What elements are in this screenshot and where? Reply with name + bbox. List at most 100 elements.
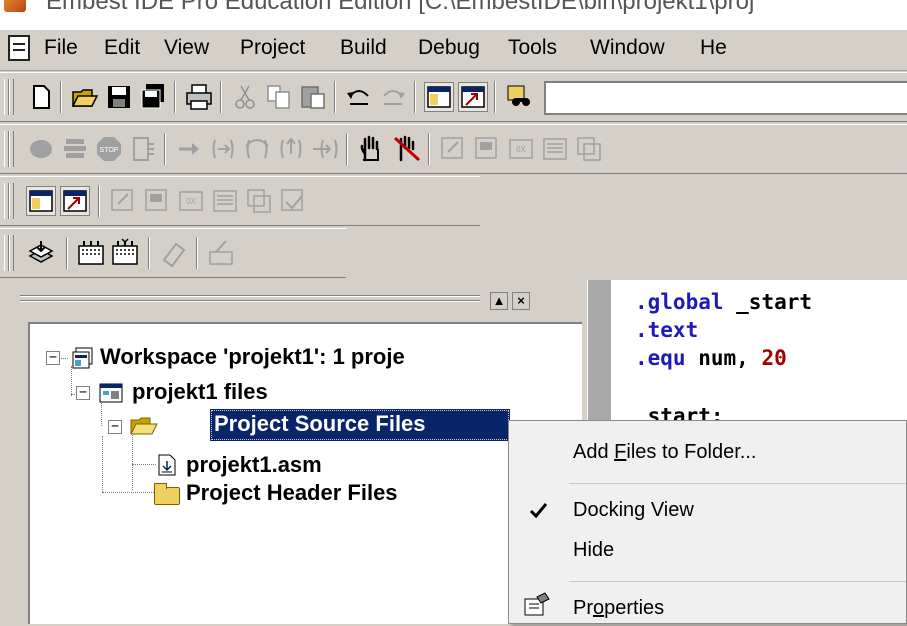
tree-project-label[interactable]: projekt1 files bbox=[132, 379, 268, 405]
step-arrow-icon[interactable] bbox=[174, 134, 204, 164]
menu-help[interactable]: He bbox=[700, 36, 727, 60]
open-folder-icon[interactable] bbox=[70, 82, 100, 112]
paste-icon[interactable] bbox=[298, 82, 328, 112]
collapse-workspace-icon[interactable]: − bbox=[46, 351, 60, 365]
download-icon[interactable] bbox=[26, 238, 56, 268]
open-folder-icon bbox=[130, 416, 158, 438]
menu-tools[interactable]: Tools bbox=[508, 36, 557, 60]
cut-icon[interactable] bbox=[230, 82, 260, 112]
standard-toolbar bbox=[0, 72, 907, 122]
step-out-icon[interactable] bbox=[276, 134, 306, 164]
context-menu: Add Files to Folder... Docking View Hide… bbox=[508, 420, 907, 624]
stop-icon[interactable]: STOP bbox=[94, 134, 124, 164]
step-over-icon[interactable] bbox=[242, 134, 272, 164]
tree-header-folder-label[interactable]: Project Header Files bbox=[186, 480, 398, 506]
close-panel-button[interactable]: × bbox=[512, 292, 530, 310]
menu-item-hide[interactable]: Hide bbox=[573, 539, 614, 562]
memory-icon[interactable] bbox=[540, 134, 570, 164]
output-icon[interactable] bbox=[458, 82, 488, 112]
compile-icon[interactable] bbox=[76, 238, 106, 268]
code-line: .equ num, 20 bbox=[635, 346, 787, 370]
callstack-icon[interactable] bbox=[244, 186, 274, 216]
toolbar-separator bbox=[346, 133, 348, 165]
variables-icon[interactable] bbox=[472, 134, 502, 164]
output-icon[interactable] bbox=[60, 186, 90, 216]
copy-icon[interactable] bbox=[264, 82, 294, 112]
tree-workspace-label[interactable]: Workspace 'projekt1': 1 proje bbox=[100, 344, 405, 370]
menu-item-docking-view[interactable]: Docking View bbox=[573, 499, 694, 522]
workspace-icon bbox=[70, 346, 94, 370]
project-icon bbox=[98, 380, 124, 404]
watch-icon[interactable] bbox=[438, 134, 468, 164]
toolbar-separator bbox=[334, 81, 336, 113]
toolbar-grip[interactable] bbox=[9, 131, 14, 167]
link-icon[interactable] bbox=[110, 238, 140, 268]
new-file-icon[interactable] bbox=[26, 82, 56, 112]
tree-selection-highlight: Project Source Files bbox=[210, 409, 510, 441]
remove-breakpoints-icon[interactable] bbox=[392, 134, 422, 164]
menu-bar: File Edit View Project Build Debug Tools… bbox=[0, 30, 907, 71]
print-icon[interactable] bbox=[184, 82, 214, 112]
tree-source-folder-label[interactable]: Project Source Files bbox=[214, 411, 426, 437]
find-in-files-icon[interactable] bbox=[504, 82, 534, 112]
toolbar-separator bbox=[148, 237, 150, 269]
find-combo-input[interactable] bbox=[544, 81, 907, 115]
menu-debug[interactable]: Debug bbox=[418, 36, 480, 60]
run-to-cursor-icon[interactable] bbox=[310, 134, 340, 164]
collapse-project-icon[interactable]: − bbox=[76, 386, 90, 400]
tree-source-file-label[interactable]: projekt1.asm bbox=[186, 452, 322, 478]
eraser-icon[interactable] bbox=[158, 238, 188, 268]
clean-icon[interactable] bbox=[206, 238, 236, 268]
toolbar-separator bbox=[174, 81, 176, 113]
document-icon[interactable] bbox=[8, 35, 30, 61]
go-icon[interactable] bbox=[128, 134, 158, 164]
asm-file-icon bbox=[156, 454, 178, 476]
minimize-panel-button[interactable]: ▲ bbox=[490, 292, 508, 310]
save-all-icon[interactable] bbox=[138, 82, 168, 112]
panel-grip[interactable] bbox=[20, 300, 480, 302]
breakpoint-hand-icon[interactable] bbox=[356, 134, 386, 164]
menu-build[interactable]: Build bbox=[340, 36, 387, 60]
menu-window[interactable]: Window bbox=[590, 36, 665, 60]
panel-grip[interactable] bbox=[20, 295, 480, 297]
tree-line bbox=[132, 464, 156, 465]
disassembly-icon[interactable] bbox=[278, 186, 308, 216]
toolbar-separator bbox=[164, 133, 166, 165]
menu-item-add-files[interactable]: Add Files to Folder... bbox=[573, 441, 756, 464]
toolbar-grip[interactable] bbox=[9, 183, 14, 219]
svg-text:0X: 0X bbox=[186, 197, 196, 206]
build-icon[interactable] bbox=[26, 134, 56, 164]
watch-icon[interactable] bbox=[108, 186, 138, 216]
rebuild-icon[interactable] bbox=[60, 134, 90, 164]
memory-icon[interactable] bbox=[210, 186, 240, 216]
toolbar-separator bbox=[60, 81, 62, 113]
registers-icon[interactable]: 0X bbox=[506, 134, 536, 164]
view-toolbar: 0X bbox=[0, 176, 480, 226]
workspace-icon[interactable] bbox=[26, 186, 56, 216]
menu-separator bbox=[569, 483, 906, 484]
registers-icon[interactable]: 0X bbox=[176, 186, 206, 216]
variables-icon[interactable] bbox=[142, 186, 172, 216]
menu-view[interactable]: View bbox=[164, 36, 209, 60]
tree-line bbox=[71, 366, 72, 396]
step-into-icon[interactable] bbox=[208, 134, 238, 164]
undo-icon[interactable] bbox=[344, 82, 374, 112]
toolbar-grip[interactable] bbox=[9, 235, 14, 271]
collapse-source-folder-icon[interactable]: − bbox=[108, 420, 122, 434]
toolbar-separator bbox=[196, 237, 198, 269]
menu-edit[interactable]: Edit bbox=[104, 36, 140, 60]
menu-item-properties[interactable]: Properties bbox=[573, 597, 664, 620]
menu-project[interactable]: Project bbox=[240, 36, 305, 60]
toolbar-grip[interactable] bbox=[9, 79, 14, 115]
window-title: Embest IDE Pro Education Edition [C:\Emb… bbox=[46, 0, 755, 15]
svg-text:STOP: STOP bbox=[100, 147, 119, 154]
tree-line bbox=[102, 436, 103, 492]
app-icon bbox=[4, 0, 26, 12]
save-icon[interactable] bbox=[104, 82, 134, 112]
workspace-icon[interactable] bbox=[424, 82, 454, 112]
redo-icon[interactable] bbox=[378, 82, 408, 112]
folder-icon bbox=[154, 483, 180, 505]
toolbar-separator bbox=[428, 133, 430, 165]
menu-file[interactable]: File bbox=[44, 36, 78, 60]
disassembly-icon[interactable] bbox=[574, 134, 604, 164]
